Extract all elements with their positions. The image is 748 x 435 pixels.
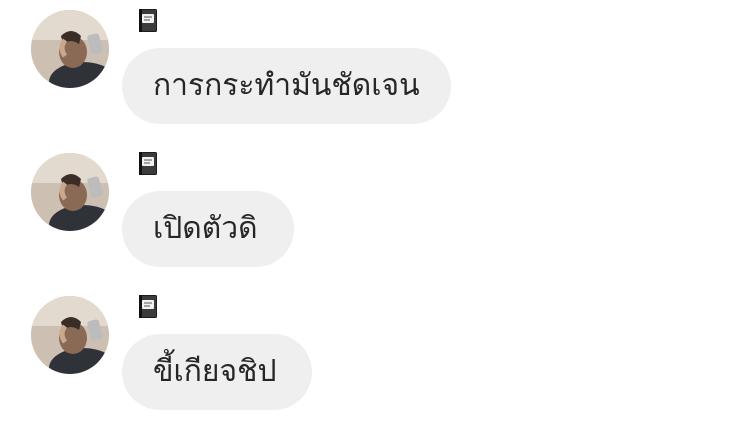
message-text: เปิดตัวดิ	[153, 211, 258, 246]
avatar-photo	[31, 296, 109, 374]
message-text: ขี้เกียจชิป	[153, 354, 277, 389]
avatar[interactable]	[31, 153, 109, 231]
message-bubble[interactable]: ขี้เกียจชิป	[122, 334, 312, 410]
chat-message: การกระทำมันชัดเจน	[0, 8, 748, 128]
chat-message: เปิดตัวดิ	[0, 151, 748, 271]
notebook-icon	[136, 294, 160, 320]
chat-message: ขี้เกียจชิป	[0, 294, 748, 414]
avatar[interactable]	[31, 296, 109, 374]
avatar[interactable]	[31, 10, 109, 88]
message-text: การกระทำมันชัดเจน	[153, 68, 420, 103]
avatar-photo	[31, 153, 109, 231]
notebook-icon	[136, 151, 160, 177]
avatar-photo	[31, 10, 109, 88]
message-bubble[interactable]: เปิดตัวดิ	[122, 191, 294, 267]
message-bubble[interactable]: การกระทำมันชัดเจน	[122, 48, 451, 124]
notebook-icon	[136, 8, 160, 34]
